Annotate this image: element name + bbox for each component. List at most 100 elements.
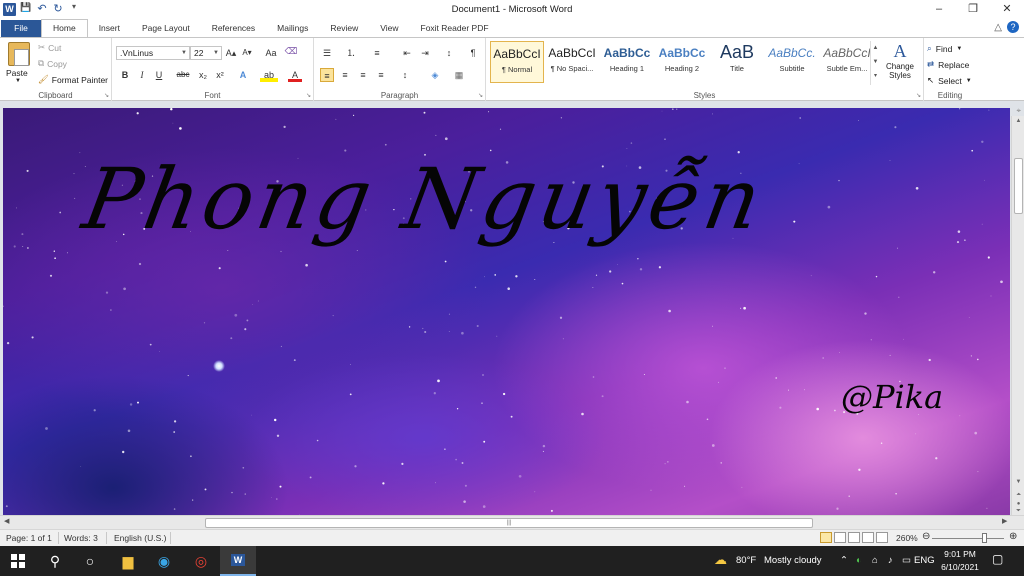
increase-indent-button[interactable]: ⇥ [418, 46, 432, 60]
zoom-level[interactable]: 260% [896, 533, 918, 543]
italic-button[interactable]: I [135, 68, 149, 82]
zoom-out-icon[interactable]: ⊖ [922, 531, 930, 542]
shading-button[interactable]: ◈ [428, 68, 442, 82]
collapse-ribbon-icon[interactable]: △ [994, 22, 1002, 33]
search-icon[interactable]: ⚲ [37, 546, 73, 576]
justify-button[interactable]: ≡ [374, 68, 388, 82]
edge-icon[interactable]: ◉ [146, 546, 182, 576]
numbering-button[interactable]: ⒈ [344, 46, 358, 60]
clock-date[interactable]: 6/10/2021 [940, 562, 980, 572]
paste-button[interactable]: Paste [6, 68, 28, 78]
borders-button[interactable]: ▦ [452, 68, 466, 82]
clock-time[interactable]: 9:01 PM [940, 549, 980, 559]
cortana-icon[interactable]: ○ [72, 546, 108, 576]
tab-mailings[interactable]: Mailings [266, 20, 319, 37]
find-button[interactable]: ⌕ Find ▼ [927, 43, 962, 54]
style-no-spacing[interactable]: AaBbCcI ¶ No Spaci... [545, 41, 599, 83]
volume-icon[interactable]: ♪ [888, 555, 893, 566]
clipboard-launcher-icon[interactable]: ↘ [104, 92, 109, 99]
tab-page-layout[interactable]: Page Layout [131, 20, 201, 37]
browse-object-icon[interactable]: ● [1012, 501, 1024, 507]
font-size-combo[interactable]: 22 ▼ [190, 46, 222, 60]
change-case-button[interactable]: Aa [262, 46, 280, 60]
bold-button[interactable]: B [118, 68, 132, 82]
network-icon[interactable]: ⌂ [872, 555, 878, 566]
next-page-icon[interactable]: ⏷ [1012, 508, 1024, 515]
zoom-slider-handle[interactable] [982, 533, 987, 543]
horizontal-scroll-thumb[interactable]: ||| [205, 518, 813, 528]
styles-gallery-scroll[interactable]: ▲ ▼ ▾ [870, 41, 880, 85]
highlight-button[interactable]: ab [260, 68, 278, 82]
input-language[interactable]: ENG [914, 555, 935, 566]
restore-button[interactable]: ❐ [956, 0, 990, 19]
paragraph-launcher-icon[interactable]: ↘ [478, 92, 483, 99]
scroll-left-icon[interactable]: ◀ [4, 517, 9, 525]
underline-button[interactable]: U [152, 68, 166, 82]
tray-app-icon[interactable]: ◐ [856, 555, 862, 566]
word-taskbar-icon[interactable]: W [220, 546, 256, 576]
minimize-button[interactable]: – [922, 0, 956, 19]
replace-button[interactable]: ⇄ Replace [927, 59, 969, 70]
page-count[interactable]: Page: 1 of 1 [6, 533, 52, 543]
file-explorer-icon[interactable]: ▆ [110, 546, 146, 576]
view-ruler-icon[interactable]: ⌖ [1016, 106, 1021, 116]
style-title[interactable]: AaB Title [710, 41, 764, 83]
zoom-in-icon[interactable]: ⊕ [1009, 531, 1017, 542]
outline-view-icon[interactable] [862, 532, 874, 543]
language-indicator[interactable]: English (U.S.) [114, 533, 166, 543]
font-size-dropdown-icon[interactable]: ▼ [213, 47, 219, 59]
weather-temperature[interactable]: 80°F [736, 555, 756, 566]
font-launcher-icon[interactable]: ↘ [306, 92, 311, 99]
scroll-right-icon[interactable]: ▶ [1002, 517, 1007, 525]
signature-text[interactable]: @Pika [841, 378, 943, 416]
style-subtle-emphasis[interactable]: AaBbCcI Subtle Em... [820, 41, 874, 83]
vertical-scrollbar[interactable]: ▲ ▼ ⏶ ● ⏷ [1011, 116, 1024, 515]
cut-button[interactable]: ✂ Cut [38, 42, 61, 53]
weather-icon[interactable]: ☁ [714, 552, 727, 568]
draft-view-icon[interactable] [876, 532, 888, 543]
scroll-down-icon[interactable]: ▼ [1012, 479, 1024, 485]
font-name-dropdown-icon[interactable]: ▼ [181, 47, 187, 59]
web-layout-view-icon[interactable] [848, 532, 860, 543]
tab-references[interactable]: References [201, 20, 266, 37]
align-right-button[interactable]: ≡ [356, 68, 370, 82]
shrink-font-button[interactable]: A▾ [240, 46, 254, 60]
paste-icon[interactable] [8, 42, 30, 66]
scroll-up-icon[interactable]: ▲ [1012, 118, 1024, 124]
format-painter-button[interactable]: 🖌 Format Painter [38, 74, 108, 85]
weather-description[interactable]: Mostly cloudy [764, 555, 822, 566]
horizontal-scrollbar[interactable]: ◀ ||| ▶ [0, 515, 1024, 529]
copy-button[interactable]: ⧉ Copy [38, 58, 67, 69]
document-page[interactable]: Phong Nguyễn @Pika [3, 108, 1010, 515]
subscript-button[interactable]: x₂ [196, 68, 210, 82]
paste-dropdown-icon[interactable]: ▼ [15, 78, 21, 84]
full-screen-reading-view-icon[interactable] [834, 532, 846, 543]
help-icon[interactable]: ? [1007, 21, 1019, 33]
superscript-button[interactable]: x² [213, 68, 227, 82]
multilevel-list-button[interactable]: ≡ [370, 46, 384, 60]
vertical-scroll-thumb[interactable] [1014, 158, 1023, 214]
style-heading-2[interactable]: AaBbCc Heading 2 [655, 41, 709, 83]
show-marks-button[interactable]: ¶ [466, 46, 480, 60]
grow-font-button[interactable]: A▴ [224, 46, 238, 60]
tab-foxit-reader-pdf[interactable]: Foxit Reader PDF [410, 20, 500, 37]
word-count[interactable]: Words: 3 [64, 533, 98, 543]
clear-formatting-icon[interactable]: ⌫ [284, 44, 298, 58]
close-button[interactable]: ✕ [990, 0, 1024, 19]
style-heading-1[interactable]: AaBbCc Heading 1 [600, 41, 654, 83]
decrease-indent-button[interactable]: ⇤ [400, 46, 414, 60]
line-spacing-button[interactable]: ↕ [398, 68, 412, 82]
align-left-button[interactable]: ≡ [320, 68, 334, 82]
notifications-icon[interactable]: ▢ [992, 552, 1003, 566]
styles-launcher-icon[interactable]: ↘ [916, 92, 921, 99]
center-button[interactable]: ≡ [338, 68, 352, 82]
document-title-text[interactable]: Phong Nguyễn [76, 150, 772, 248]
bullets-button[interactable]: ☰ [320, 46, 334, 60]
tab-view[interactable]: View [369, 20, 409, 37]
sort-button[interactable]: ↕ [442, 46, 456, 60]
previous-page-icon[interactable]: ⏶ [1012, 492, 1024, 499]
style-normal[interactable]: AaBbCcI ¶ Normal [490, 41, 544, 83]
tab-review[interactable]: Review [319, 20, 369, 37]
tab-home[interactable]: Home [41, 19, 88, 37]
tab-insert[interactable]: Insert [88, 20, 131, 37]
